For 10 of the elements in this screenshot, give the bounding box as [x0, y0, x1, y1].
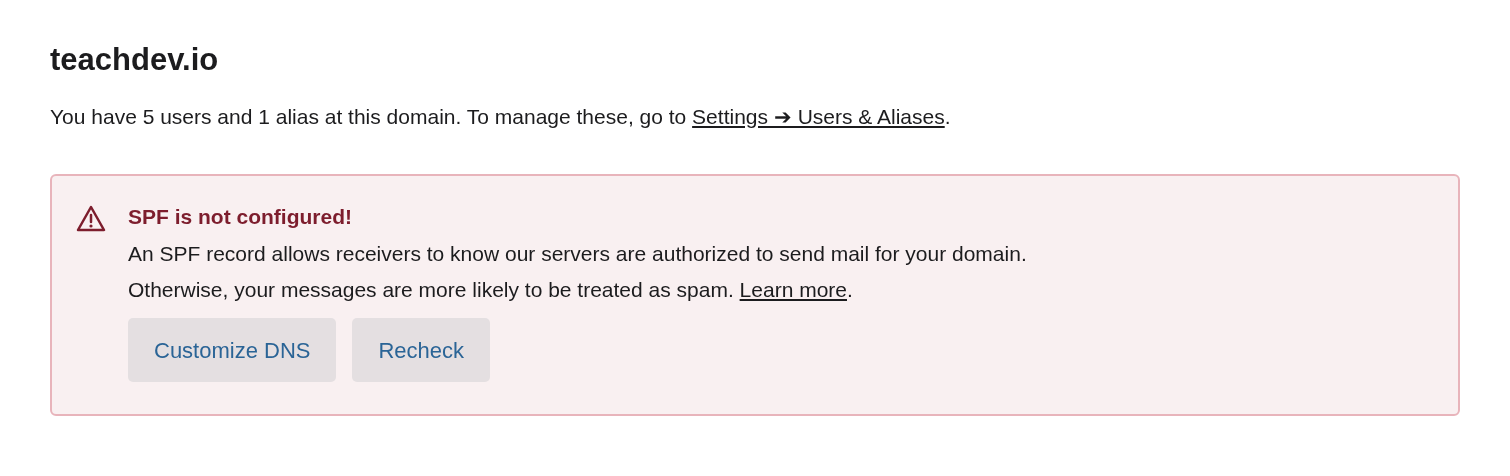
settings-link[interactable]: Settings ➔ Users & Aliases — [692, 105, 945, 128]
alert-title: SPF is not configured! — [128, 204, 352, 230]
alert-message: Otherwise, your messages are more likely to be treated as spam. Learn more. — [128, 277, 853, 303]
learn-more-link[interactable]: Learn more — [739, 278, 847, 301]
action-button[interactable]: Recheck — [352, 318, 491, 382]
domain-title: teachdev.io — [50, 41, 219, 79]
alert-message: An SPF record allows receivers to know our servers are authorized to send mail for your domain. — [128, 241, 1027, 267]
warning-icon — [76, 205, 106, 233]
action-button[interactable]: Customize DNS — [128, 318, 337, 382]
summary-text: You have 5 users and 1 alias at this domain. To manage these, go to Settings ➔ Users & Aliases. — [50, 104, 951, 130]
